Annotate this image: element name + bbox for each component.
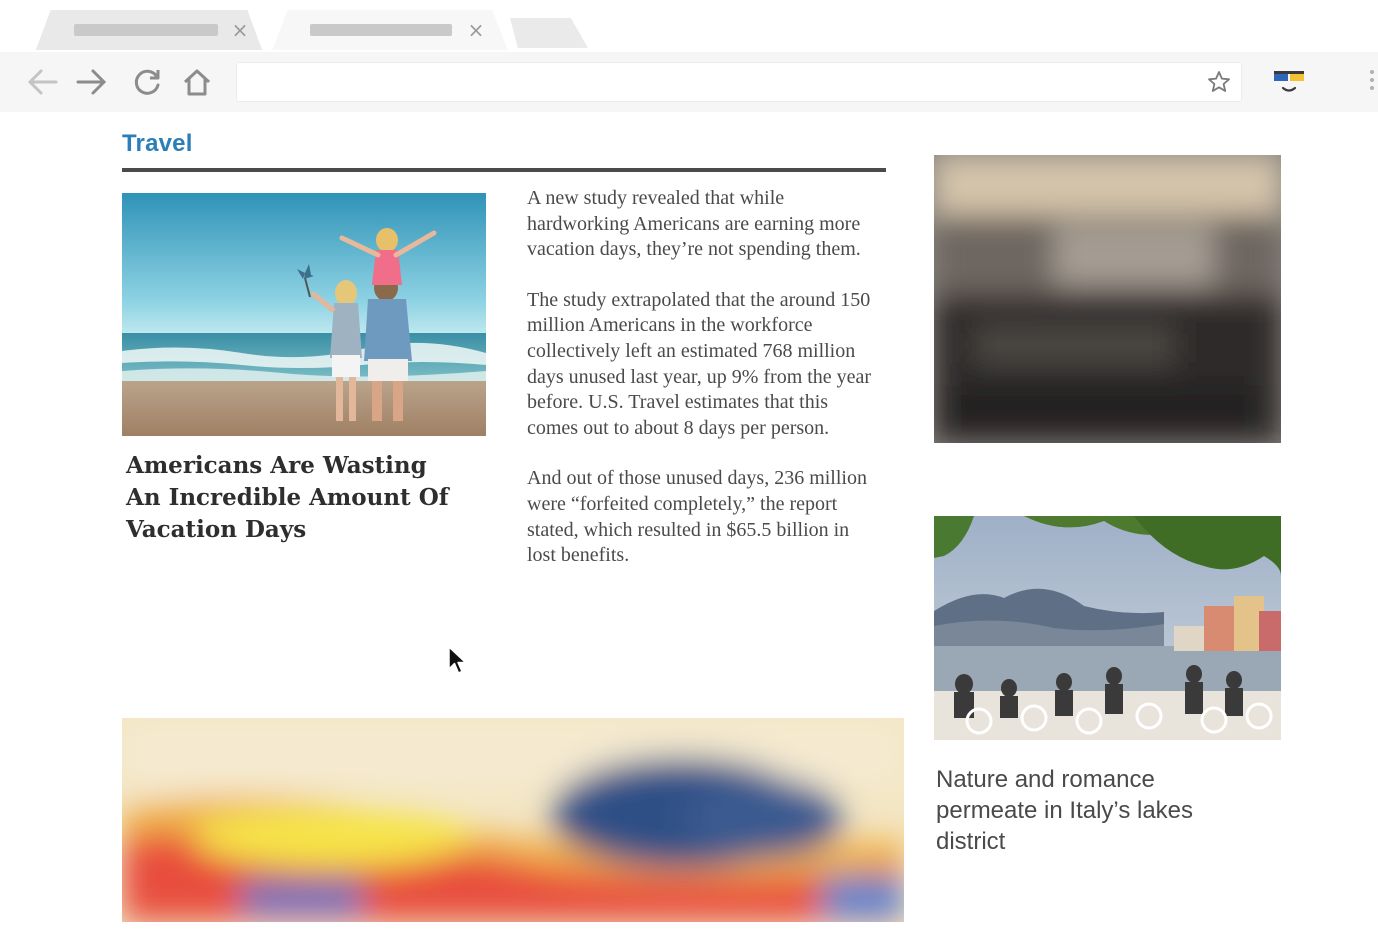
tab-title-placeholder bbox=[310, 24, 452, 36]
star-icon[interactable] bbox=[1206, 69, 1232, 95]
menu-dots-icon[interactable] bbox=[1365, 66, 1378, 100]
advertisement-banner-blurred[interactable] bbox=[122, 718, 904, 922]
browser-tab-2[interactable]: × bbox=[262, 10, 518, 50]
back-arrow-icon[interactable] bbox=[22, 62, 62, 102]
browser-toolbar bbox=[0, 52, 1378, 112]
article-paragraph: The study extrapolated that the around 1… bbox=[527, 288, 872, 439]
browser-window: × × Travel Americans Are Wasting An Incr… bbox=[0, 0, 1378, 947]
forward-arrow-icon[interactable] bbox=[72, 62, 112, 102]
close-icon[interactable]: × bbox=[230, 18, 250, 42]
article-paragraph: And out of those unused days, 236 millio… bbox=[527, 467, 867, 567]
tab-title-placeholder bbox=[74, 24, 218, 36]
home-icon[interactable] bbox=[177, 62, 217, 102]
section-divider bbox=[122, 168, 886, 172]
advertisement-blurred[interactable] bbox=[934, 155, 1281, 443]
article-headline[interactable]: Americans Are Wasting An Incredible Amou… bbox=[126, 450, 466, 546]
address-bar[interactable] bbox=[236, 62, 1242, 102]
close-icon[interactable]: × bbox=[466, 18, 486, 42]
browser-tab-1[interactable]: × bbox=[26, 10, 272, 50]
new-tab-button[interactable] bbox=[510, 18, 588, 48]
lakes-district-image[interactable] bbox=[934, 516, 1281, 740]
section-title[interactable]: Travel bbox=[122, 130, 193, 158]
article-hero-image[interactable] bbox=[122, 193, 486, 436]
extension-icon[interactable] bbox=[1270, 66, 1310, 98]
sidebar-story-caption[interactable]: Nature and romance permeate in Italy’s l… bbox=[936, 764, 1256, 857]
article-body: A new study revealed that while hardwork… bbox=[527, 186, 872, 594]
mouse-cursor-icon bbox=[447, 645, 469, 677]
reload-icon[interactable] bbox=[128, 62, 168, 102]
article-paragraph: A new study revealed that while hardwork… bbox=[527, 187, 861, 261]
tab-strip: × × bbox=[0, 0, 1378, 52]
